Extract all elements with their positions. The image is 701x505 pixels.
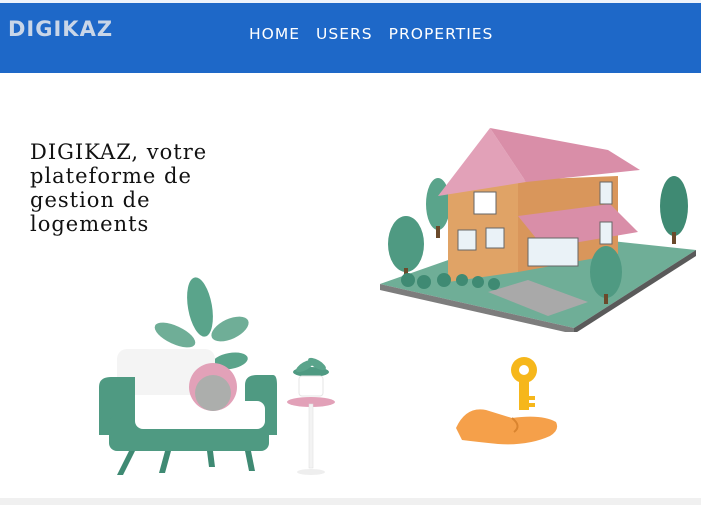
house-illustration — [380, 128, 696, 332]
top-navbar: DIGIKAZ HOME USERS PROPERTIES — [0, 0, 701, 73]
brand-logo[interactable]: DIGIKAZ — [8, 17, 113, 41]
nav-link-home[interactable]: HOME — [249, 25, 300, 43]
nav-link-properties[interactable]: PROPERTIES — [389, 25, 494, 43]
footer-strip — [0, 498, 701, 505]
nav-link-users[interactable]: USERS — [316, 25, 373, 43]
nav-links: HOME USERS PROPERTIES — [249, 25, 509, 43]
hero-headline: DIGIKAZ, votre plateforme de gestion de … — [30, 140, 208, 236]
key-hand-illustration — [456, 357, 558, 445]
plant-illustration — [287, 357, 335, 475]
armchair-illustration — [99, 277, 277, 475]
